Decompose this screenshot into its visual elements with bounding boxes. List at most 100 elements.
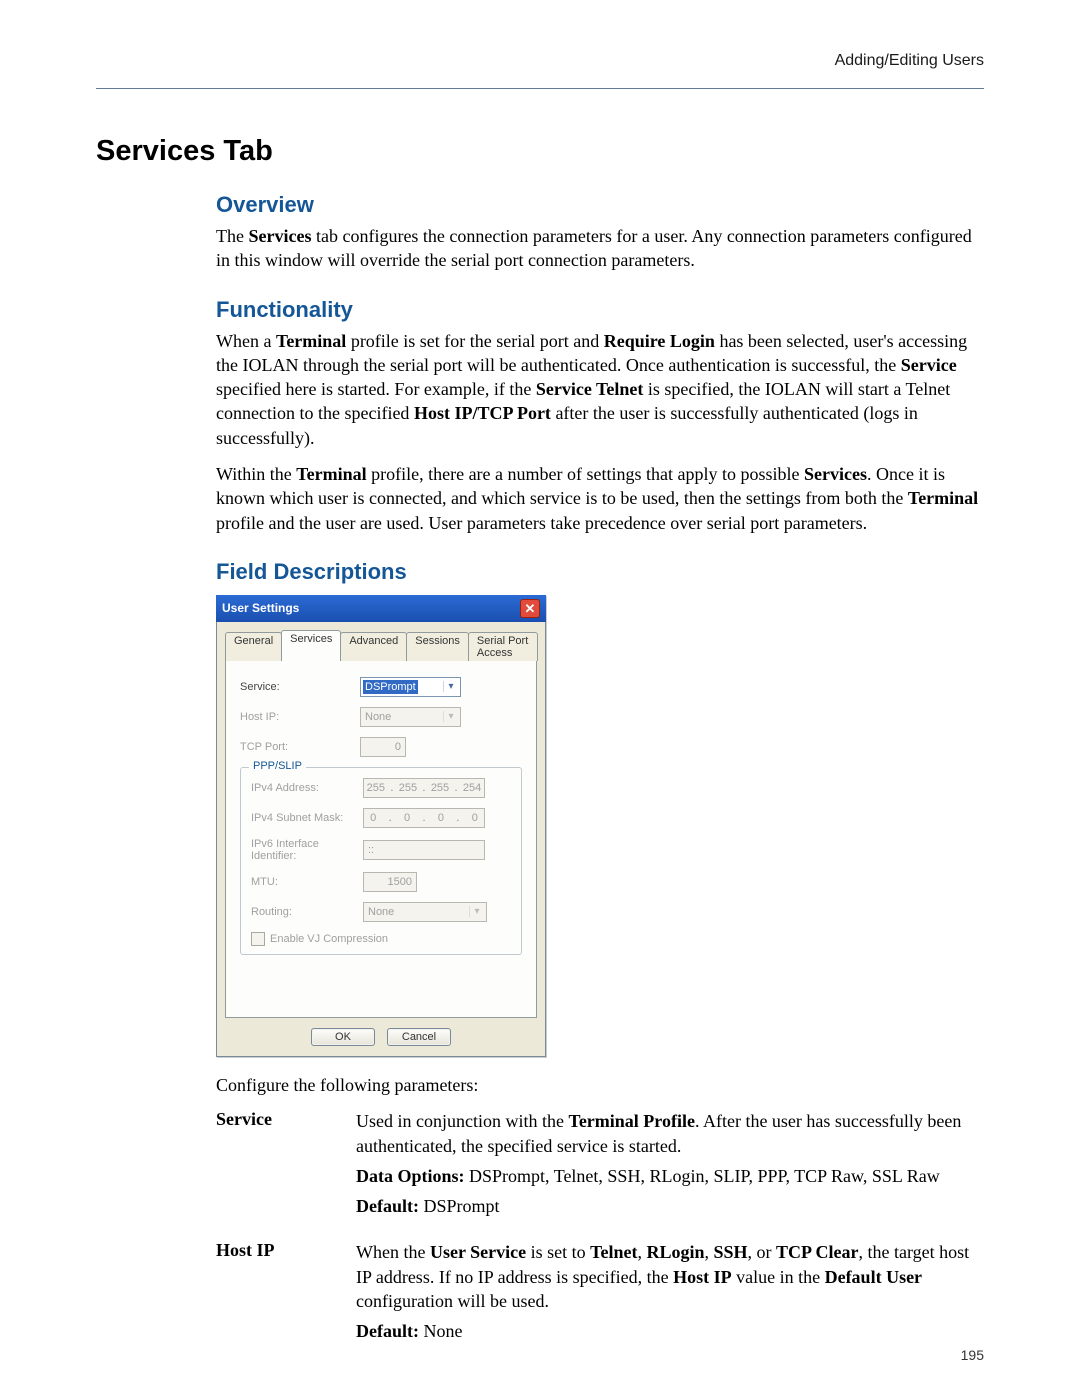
dot-icon: . [422,812,425,824]
routing-value: None [366,906,394,918]
dot-icon: . [389,812,392,824]
hostip-select[interactable]: None ▾ [360,707,461,727]
header-breadcrumb: Adding/Editing Users [96,52,984,70]
row-tcpport: TCP Port: 0 [240,737,522,757]
text: profile and the user are used. User para… [216,513,867,533]
bold: Terminal [296,464,366,484]
text: None [419,1321,463,1341]
text: Within the [216,464,296,484]
text: When a [216,331,276,351]
octet: 255 [431,782,449,794]
tab-pane-services: Service: DSPrompt ▾ Host IP: None ▾ [225,658,537,1018]
row-mtu: MTU: 1500 [251,872,511,892]
content-block: Overview The Services tab configures the… [216,192,984,1350]
routing-select[interactable]: None ▾ [363,902,487,922]
ipv4addr-input[interactable]: 255. 255. 255. 254 [363,778,485,798]
bold: Service Telnet [536,379,643,399]
service-label: Service: [240,681,360,693]
close-icon: ✕ [525,602,536,615]
ok-button[interactable]: OK [311,1028,375,1046]
tcpport-input[interactable]: 0 [360,737,406,757]
ipv4mask-label: IPv4 Subnet Mask: [251,812,363,824]
chevron-down-icon: ▾ [443,681,458,692]
overview-heading: Overview [216,192,984,218]
text: DSPrompt [419,1196,500,1216]
cancel-button[interactable]: Cancel [387,1028,451,1046]
field-row-service: Service Used in conjunction with the Ter… [216,1109,984,1224]
octet: 255 [367,782,385,794]
bold: RLogin [646,1242,704,1262]
octet: 0 [370,812,376,824]
octet: 0 [472,812,478,824]
octet: 254 [463,782,481,794]
bold: Services [804,464,867,484]
mtu-input[interactable]: 1500 [363,872,417,892]
service-value: DSPrompt [363,680,418,694]
functionality-heading: Functionality [216,297,984,323]
text: Used in conjunction with the [356,1111,568,1131]
text: specified here is started. For example, … [216,379,536,399]
row-ipv4addr: IPv4 Address: 255. 255. 255. 254 [251,778,511,798]
field-label-service: Service [216,1109,356,1224]
ipv4addr-label: IPv4 Address: [251,782,363,794]
row-ipv6id: IPv6 Interface Identifier: :: [251,838,511,862]
tab-general[interactable]: General [225,632,282,661]
bold: SSH [714,1242,748,1262]
hostip-label: Host IP: [240,711,360,723]
page: Adding/Editing Users Services Tab Overvi… [0,0,1080,1397]
bold: Service [901,355,957,375]
tab-sessions[interactable]: Sessions [406,632,469,661]
pppslip-legend: PPP/SLIP [249,760,306,772]
dialog-button-row: OK Cancel [225,1028,537,1046]
page-number: 195 [961,1347,984,1363]
row-hostip: Host IP: None ▾ [240,707,522,727]
bold: Host IP [673,1267,732,1287]
field-descriptions-heading: Field Descriptions [216,559,984,585]
text: profile, there are a number of settings … [367,464,804,484]
row-routing: Routing: None ▾ [251,902,511,922]
text: configuration will be used. [356,1291,549,1311]
tcpport-label: TCP Port: [240,741,360,753]
field-row-hostip: Host IP When the User Service is set to … [216,1240,984,1349]
mtu-label: MTU: [251,876,363,888]
chevron-down-icon: ▾ [443,711,458,722]
bold-services: Services [248,226,311,246]
ipv6id-input[interactable]: :: [363,840,485,860]
text: DSPrompt, Telnet, SSH, RLogin, SLIP, PPP… [465,1166,940,1186]
close-button[interactable]: ✕ [520,599,540,618]
field-desc-service: Used in conjunction with the Terminal Pr… [356,1109,984,1224]
bold: TCP Clear [776,1242,859,1262]
row-ipv4mask: IPv4 Subnet Mask: 0. 0. 0. 0 [251,808,511,828]
bold: Host IP/TCP Port [414,403,551,423]
tab-strip: General Services Advanced Sessions Seria… [225,630,537,659]
dialog-title: User Settings [222,601,299,615]
text: The [216,226,248,246]
bold: Terminal [276,331,346,351]
row-service: Service: DSPrompt ▾ [240,677,522,697]
text: tab configures the connection parameters… [216,226,972,270]
vj-label: Enable VJ Compression [270,933,388,945]
routing-label: Routing: [251,906,363,918]
bold: Data Options: [356,1166,465,1186]
dot-icon: . [390,782,393,794]
service-select[interactable]: DSPrompt ▾ [360,677,461,697]
bold: Terminal Profile [568,1111,694,1131]
functionality-p1: When a Terminal profile is set for the s… [216,329,984,450]
bold: Require Login [604,331,715,351]
bold: Default: [356,1196,419,1216]
tab-advanced[interactable]: Advanced [340,632,407,661]
dot-icon: . [422,782,425,794]
tab-services[interactable]: Services [281,630,341,659]
field-label-hostip: Host IP [216,1240,356,1349]
bold: User Service [430,1242,526,1262]
octet: 255 [399,782,417,794]
pppslip-group: PPP/SLIP IPv4 Address: 255. 255. 255. 25… [240,767,522,955]
hostip-value: None [363,711,391,723]
section-title: Services Tab [96,135,984,168]
tab-serial-port-access[interactable]: Serial Port Access [468,632,538,661]
bold: Telnet [590,1242,637,1262]
field-table: Service Used in conjunction with the Ter… [216,1109,984,1349]
text: , [705,1242,714,1262]
vj-checkbox[interactable] [251,932,265,946]
ipv4mask-input[interactable]: 0. 0. 0. 0 [363,808,485,828]
